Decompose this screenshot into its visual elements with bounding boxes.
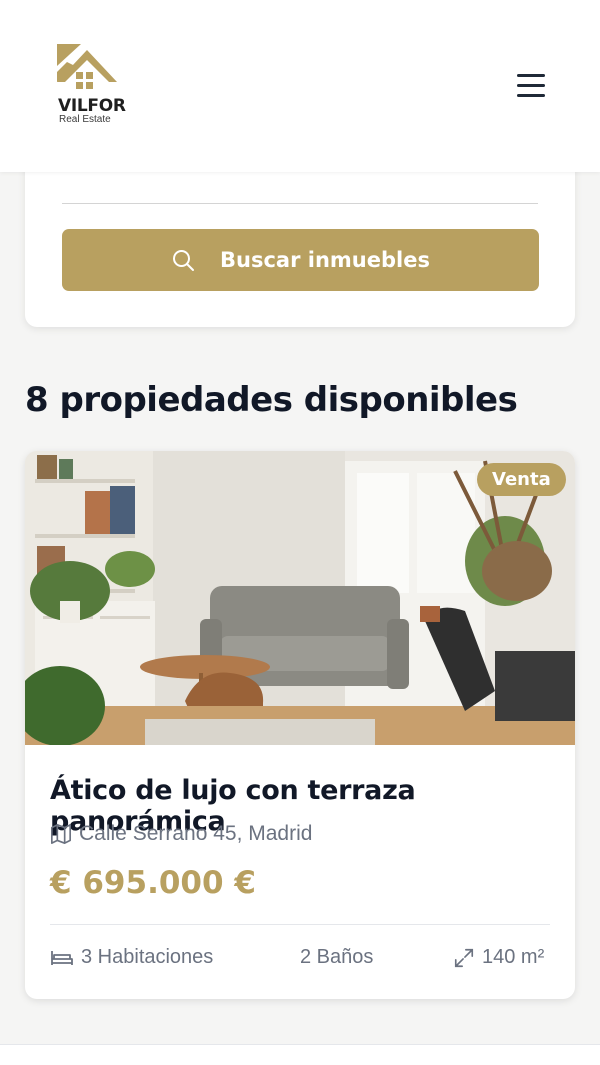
card-divider (50, 924, 550, 925)
rooms-label: 3 Habitaciones (81, 946, 214, 968)
area-feature: 140 m² (453, 946, 544, 969)
address-text: Calle Serrano 45, Madrid (79, 822, 313, 845)
rooms-feature: 3 Habitaciones (50, 946, 213, 969)
property-price: € 695.000 € (50, 865, 256, 901)
bottom-bar (0, 1044, 600, 1065)
property-card[interactable]: Venta Ático de lujo con terraza panorámi… (25, 451, 575, 999)
property-address: Calle Serrano 45, Madrid (50, 822, 312, 846)
search-icon (173, 250, 195, 271)
brand-name: VILFOR (58, 96, 126, 116)
site-header: VILFOR Real Estate (0, 0, 600, 172)
bed-icon (51, 950, 73, 965)
expand-arrows-icon (454, 948, 474, 967)
results-count-title: 8 propiedades disponibles (25, 380, 518, 420)
brand-tagline: Real Estate (59, 114, 111, 125)
baths-feature: 2 Baños (300, 946, 373, 969)
listing-type-badge: Venta (477, 463, 566, 496)
hamburger-menu-icon[interactable] (514, 70, 550, 104)
search-panel: Buscar inmuebles (25, 150, 575, 327)
map-icon (51, 824, 71, 844)
search-button[interactable]: Buscar inmuebles (62, 229, 539, 291)
property-photo[interactable]: Venta (25, 451, 575, 745)
area-label: 140 m² (482, 946, 545, 968)
field-underline (62, 203, 538, 204)
search-button-label: Buscar inmuebles (220, 248, 430, 272)
baths-label: 2 Baños (300, 946, 374, 968)
